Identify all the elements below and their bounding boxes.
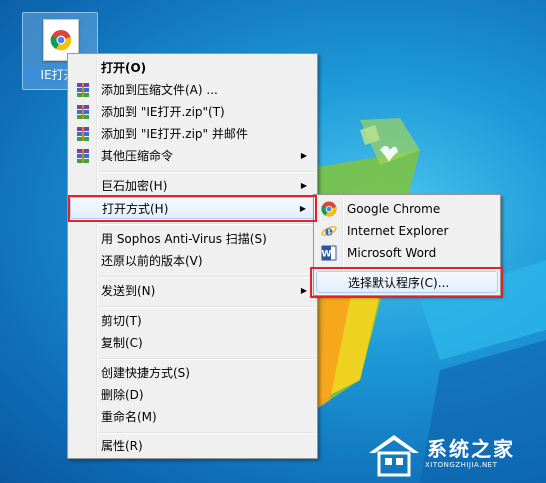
menu-separator xyxy=(99,276,314,278)
menu-item-sophos-scan[interactable]: 用 Sophos Anti-Virus 扫描(S) xyxy=(70,228,315,250)
chrome-file-icon xyxy=(50,30,72,51)
menu-item-label: 打开(O) xyxy=(101,61,147,75)
watermark: 系统之家 XITONGZHIJIA.NET xyxy=(365,431,540,479)
menu-separator xyxy=(99,223,314,225)
word-icon: W xyxy=(321,245,337,261)
menu-item-encrypt[interactable]: 巨石加密(H) ▶ xyxy=(70,175,315,197)
menu-item-properties[interactable]: 属性(R) xyxy=(70,435,315,457)
menu-item-label: 其他压缩命令 xyxy=(101,149,174,163)
submenu-arrow-icon: ▶ xyxy=(300,286,307,295)
menu-item-label: 巨石加密(H) xyxy=(101,179,168,193)
menu-item-send-to[interactable]: 发送到(N) ▶ xyxy=(70,280,315,302)
menu-item-add-to-zip[interactable]: 添加到 "IE打开.zip"(T) xyxy=(70,101,315,123)
menu-item-label: 添加到 "IE打开.zip" 并邮件 xyxy=(101,127,248,141)
menu-separator xyxy=(345,267,497,269)
menu-item-delete[interactable]: 删除(D) xyxy=(70,384,315,406)
open-with-word[interactable]: W Microsoft Word xyxy=(316,242,498,264)
context-menu: 打开(O) 添加到压缩文件(A) ... 添加到 "IE打开.zip"(T) 添… xyxy=(67,53,318,459)
winrar-icon xyxy=(77,149,89,163)
menu-item-label: Microsoft Word xyxy=(347,246,437,260)
watermark-subtitle: XITONGZHIJIA.NET xyxy=(425,461,498,469)
menu-item-open[interactable]: 打开(O) xyxy=(70,57,315,79)
submenu-arrow-icon: ▶ xyxy=(299,204,306,213)
menu-item-rename[interactable]: 重命名(M) xyxy=(70,406,315,428)
menu-item-label: 发送到(N) xyxy=(101,284,156,298)
menu-item-label: Internet Explorer xyxy=(347,224,449,238)
house-logo-icon xyxy=(369,435,419,477)
submenu-arrow-icon: ▶ xyxy=(300,151,307,160)
menu-item-add-to-archive[interactable]: 添加到压缩文件(A) ... xyxy=(70,79,315,101)
menu-separator xyxy=(99,432,314,434)
menu-item-label: Google Chrome xyxy=(347,202,441,216)
open-with-chrome[interactable]: Google Chrome xyxy=(316,198,498,220)
chrome-icon xyxy=(321,201,337,217)
menu-item-label: 添加到 "IE打开.zip"(T) xyxy=(101,105,225,119)
menu-separator xyxy=(99,358,314,360)
watermark-title: 系统之家 xyxy=(427,437,515,461)
menu-item-label: 创建快捷方式(S) xyxy=(101,366,190,380)
svg-text:W: W xyxy=(322,250,332,260)
menu-item-label: 重命名(M) xyxy=(101,410,157,424)
open-with-submenu: Google Chrome e Internet Explorer W Micr… xyxy=(313,194,501,296)
menu-item-open-with[interactable]: 打开方式(H) ▶ xyxy=(70,197,315,219)
svg-text:e: e xyxy=(325,225,333,240)
menu-item-label: 属性(R) xyxy=(101,439,143,453)
menu-item-create-shortcut[interactable]: 创建快捷方式(S) xyxy=(70,362,315,384)
menu-item-label: 添加到压缩文件(A) ... xyxy=(101,83,218,97)
submenu-arrow-icon: ▶ xyxy=(300,181,307,190)
menu-item-other-compress[interactable]: 其他压缩命令 ▶ xyxy=(70,145,315,167)
open-with-ie[interactable]: e Internet Explorer xyxy=(316,220,498,242)
menu-item-label: 复制(C) xyxy=(101,336,143,350)
winrar-icon xyxy=(77,105,89,119)
menu-item-add-to-zip-email[interactable]: 添加到 "IE打开.zip" 并邮件 xyxy=(70,123,315,145)
menu-item-label: 用 Sophos Anti-Virus 扫描(S) xyxy=(101,232,267,246)
menu-separator xyxy=(99,306,314,308)
menu-item-copy[interactable]: 复制(C) xyxy=(70,332,315,354)
menu-item-label: 还原以前的版本(V) xyxy=(101,254,203,268)
winrar-icon xyxy=(77,83,89,97)
menu-item-restore-versions[interactable]: 还原以前的版本(V) xyxy=(70,250,315,272)
menu-separator xyxy=(99,171,314,173)
menu-item-label: 删除(D) xyxy=(101,388,144,402)
ie-icon: e xyxy=(321,225,337,240)
menu-item-label: 选择默认程序(C)... xyxy=(348,276,450,290)
menu-item-label: 打开方式(H) xyxy=(102,202,169,216)
choose-default-program[interactable]: 选择默认程序(C)... xyxy=(316,271,498,293)
winrar-icon xyxy=(77,127,89,141)
menu-item-cut[interactable]: 剪切(T) xyxy=(70,310,315,332)
menu-item-label: 剪切(T) xyxy=(101,314,142,328)
